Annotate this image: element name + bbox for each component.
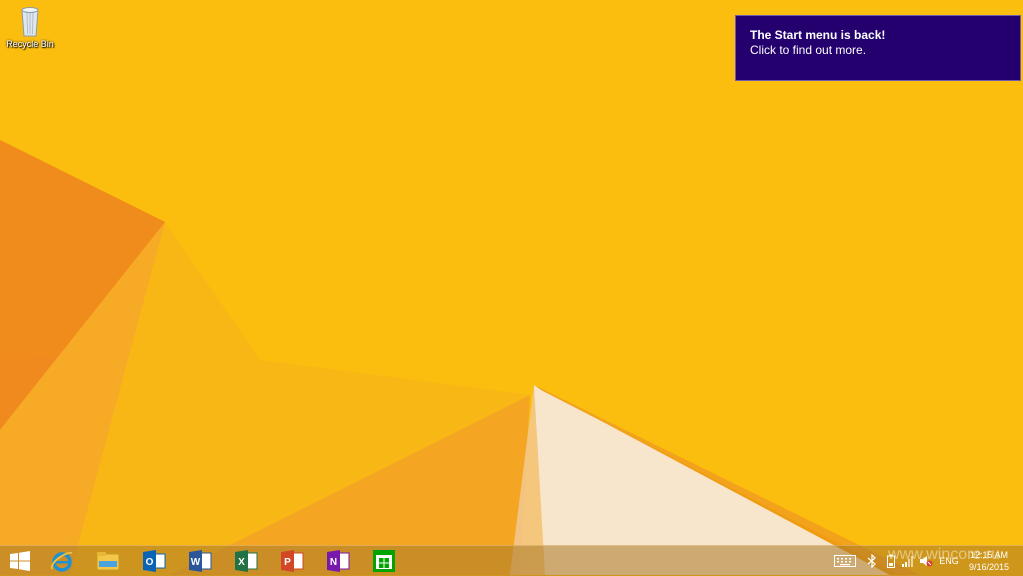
desktop-wallpaper — [0, 0, 1023, 575]
volume-muted-icon — [920, 556, 933, 567]
clock-date: 9/16/2015 — [968, 562, 1010, 572]
touch-keyboard-button[interactable] — [832, 546, 858, 576]
language-indicator: ENG — [939, 556, 959, 566]
powerpoint-icon: P — [281, 550, 304, 572]
internet-explorer-button[interactable] — [42, 546, 82, 576]
outlook-icon: O — [143, 550, 166, 572]
internet-explorer-icon — [51, 551, 73, 572]
onenote-icon: N — [327, 550, 350, 572]
svg-text:P: P — [284, 557, 291, 568]
notification-body: Click to find out more. — [750, 43, 867, 57]
word-icon: W — [189, 550, 212, 572]
recycle-bin-desktop-icon[interactable]: Recycle Bin — [4, 4, 56, 60]
bluetooth-tray-button[interactable] — [864, 546, 880, 576]
svg-text:O: O — [146, 557, 154, 568]
store-icon — [373, 550, 395, 572]
signal-icon — [902, 556, 913, 567]
store-button[interactable] — [364, 546, 404, 576]
excel-icon: X — [235, 550, 258, 572]
clock[interactable]: 12:15 AM 9/16/2015 — [962, 549, 1016, 573]
keyboard-icon — [834, 555, 856, 567]
excel-button[interactable]: X — [226, 546, 266, 576]
outlook-button[interactable]: O — [134, 546, 174, 576]
start-button[interactable] — [0, 546, 40, 576]
taskbar: O W X P N ENG 12:15 AM 9/16/2015 — [0, 545, 1023, 576]
desktop-icon-label: Recycle Bin — [6, 39, 54, 49]
windows-logo-icon — [10, 551, 30, 571]
battery-tray-button[interactable] — [884, 546, 898, 576]
word-button[interactable]: W — [180, 546, 220, 576]
file-explorer-button[interactable] — [88, 546, 128, 576]
recycle-bin-icon — [21, 7, 39, 37]
volume-tray-button[interactable] — [918, 546, 934, 576]
bluetooth-icon — [867, 554, 876, 568]
network-tray-button[interactable] — [900, 546, 916, 576]
clock-time: 12:15 AM — [969, 550, 1009, 560]
input-language-button[interactable]: ENG — [938, 546, 960, 576]
onenote-button[interactable]: N — [318, 546, 358, 576]
svg-text:W: W — [191, 557, 201, 568]
battery-icon — [887, 554, 895, 568]
notification-title: The Start menu is back! — [750, 28, 886, 42]
powerpoint-button[interactable]: P — [272, 546, 312, 576]
svg-text:N: N — [330, 557, 337, 568]
svg-text:X: X — [238, 557, 245, 568]
start-menu-notification[interactable]: The Start menu is back! Click to find ou… — [735, 15, 1021, 81]
file-explorer-icon — [96, 552, 120, 571]
